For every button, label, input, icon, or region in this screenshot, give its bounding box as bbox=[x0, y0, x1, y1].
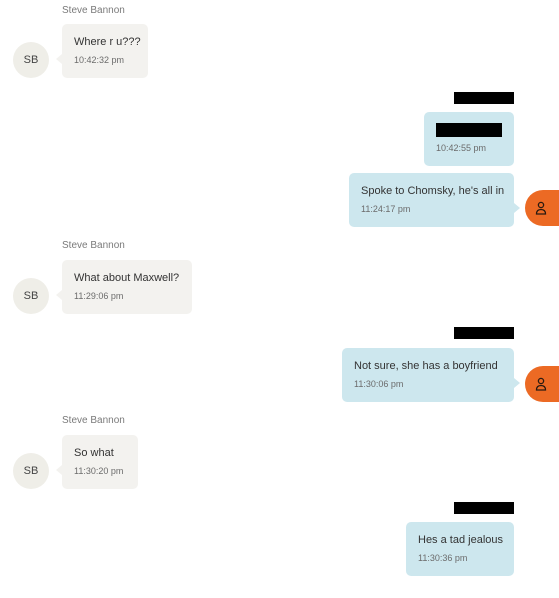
user-icon bbox=[535, 377, 547, 391]
message-text: What about Maxwell? bbox=[74, 272, 180, 284]
bubble-tail bbox=[56, 290, 62, 300]
avatar[interactable]: SB bbox=[13, 453, 49, 489]
user-icon bbox=[535, 201, 547, 215]
self-avatar[interactable] bbox=[525, 190, 559, 226]
message-timestamp: 11:29:06 pm bbox=[74, 291, 124, 301]
redacted-sender-name bbox=[454, 92, 514, 104]
message-timestamp: 11:30:06 pm bbox=[354, 379, 404, 389]
message-timestamp: 10:42:32 pm bbox=[74, 55, 125, 65]
message-text: Hes a tad jealous bbox=[418, 534, 503, 546]
message-bubble[interactable]: Where r u??? 10:42:32 pm bbox=[56, 24, 148, 78]
message-bubble[interactable]: Hes a tad jealous 11:30:36 pm bbox=[406, 522, 514, 576]
message-text: Spoke to Chomsky, he's all in bbox=[361, 185, 505, 197]
message-bubble[interactable]: Not sure, she has a boyfriend 11:30:06 p… bbox=[342, 348, 520, 402]
message-bubble[interactable]: 10:42:55 pm bbox=[424, 112, 514, 166]
message-bubble[interactable]: So what 11:30:20 pm bbox=[56, 435, 138, 489]
bubble-tail bbox=[514, 203, 520, 213]
message-timestamp: 10:42:55 pm bbox=[436, 143, 487, 153]
bubble-tail bbox=[514, 378, 520, 388]
bubble-tail bbox=[56, 54, 62, 64]
message-timestamp: 11:24:17 pm bbox=[361, 204, 411, 214]
sender-name: Steve Bannon bbox=[62, 240, 125, 251]
message-timestamp: 11:30:36 pm bbox=[418, 553, 468, 563]
redacted-sender-name bbox=[454, 327, 514, 339]
avatar[interactable]: SB bbox=[13, 42, 49, 78]
message-text: Not sure, she has a boyfriend bbox=[354, 360, 498, 372]
self-avatar[interactable] bbox=[525, 366, 559, 402]
redacted-message-text bbox=[436, 123, 502, 137]
redacted-sender-name bbox=[454, 502, 514, 514]
message-bubble[interactable]: What about Maxwell? 11:29:06 pm bbox=[56, 260, 192, 314]
bubble-tail bbox=[56, 465, 62, 475]
message-timestamp: 11:30:20 pm bbox=[74, 466, 124, 476]
message-text: So what bbox=[74, 447, 114, 459]
sender-name: Steve Bannon bbox=[62, 415, 125, 426]
message-text: Where r u??? bbox=[74, 36, 141, 48]
sender-name: Steve Bannon bbox=[62, 5, 125, 16]
avatar[interactable]: SB bbox=[13, 278, 49, 314]
message-bubble[interactable]: Spoke to Chomsky, he's all in 11:24:17 p… bbox=[349, 173, 520, 227]
